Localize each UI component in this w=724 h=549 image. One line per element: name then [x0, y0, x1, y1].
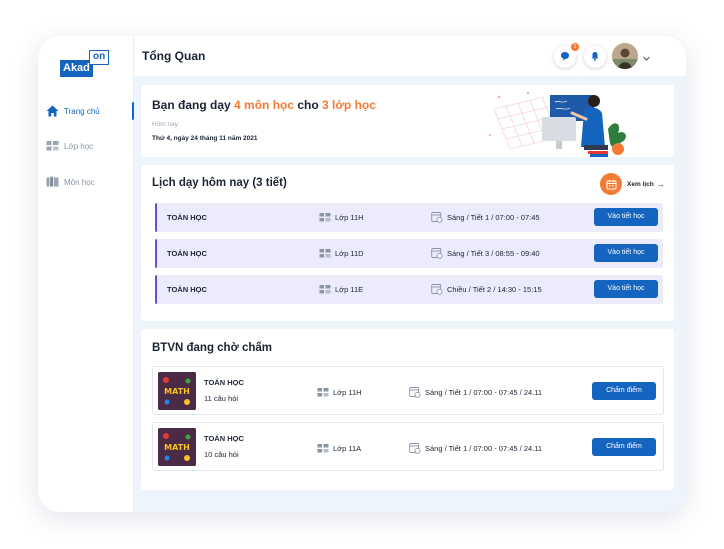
- lesson-subject: TOÁN HỌC: [167, 249, 207, 258]
- sidebar: Akad on Trang chủ Lớp học Môn học: [38, 36, 134, 512]
- classroom-icon: [317, 386, 330, 398]
- book-icon: [46, 176, 60, 188]
- welcome-middle: cho: [294, 98, 323, 112]
- math-thumbnail: MATH: [158, 372, 196, 410]
- sidebar-item-home[interactable]: Trang chủ: [38, 100, 134, 122]
- enter-lesson-button[interactable]: Vào tiết học: [594, 208, 658, 226]
- bell-icon: [590, 48, 600, 66]
- chat-icon: [560, 48, 570, 66]
- lesson-class: Lớp 11H: [319, 211, 364, 223]
- chevron-down-icon[interactable]: [642, 50, 651, 68]
- lesson-time: Sáng / Tiết 1 / 07:00 - 07:45: [431, 211, 540, 223]
- lesson-row: TOÁN HỌC Lớp 11D Sáng / Tiết 3 / 08:55 -…: [155, 239, 663, 268]
- homework-class: Lớp 11H: [317, 386, 362, 398]
- homework-class: Lớp 11A: [317, 442, 361, 454]
- view-schedule-link[interactable]: Xem lịch →: [600, 173, 665, 195]
- homework-title: BTVN đang chờ chấm: [152, 342, 272, 354]
- user-avatar[interactable]: [612, 43, 638, 69]
- today-schedule-card: Lịch dạy hôm nay (3 tiết) Xem lịch → TOÁ…: [141, 165, 674, 321]
- thumbnail-label: MATH: [164, 387, 190, 396]
- subjects-count: 4 môn học: [234, 98, 295, 112]
- enter-lesson-button[interactable]: Vào tiết học: [594, 244, 658, 262]
- lesson-subject: TOÁN HỌC: [167, 213, 207, 222]
- lesson-class: Lớp 11E: [319, 283, 363, 295]
- grade-button[interactable]: Chấm điểm: [592, 438, 656, 456]
- lesson-time-label: Chiều / Tiết 2 / 14:30 - 15:15: [447, 284, 542, 294]
- classroom-icon: [319, 247, 332, 259]
- calendar-clock-icon: [431, 283, 444, 295]
- sidebar-item-label: Môn học: [64, 177, 95, 187]
- message-count-badge: 1: [571, 43, 579, 51]
- classroom-icon: [319, 283, 332, 295]
- today-date: Thứ 4, ngày 24 tháng 11 năm 2021: [152, 135, 258, 142]
- classroom-icon: [46, 140, 60, 152]
- calendar-clock-icon: [409, 386, 422, 398]
- lesson-time-label: Sáng / Tiết 3 / 08:55 - 09:40: [447, 248, 540, 258]
- calendar-clock-icon: [431, 211, 444, 223]
- schedule-title: Lịch dạy hôm nay (3 tiết): [152, 177, 287, 189]
- welcome-card: Bạn đang dạy 4 môn học cho 3 lớp học Hôm…: [141, 85, 674, 157]
- classroom-icon: [319, 211, 332, 223]
- brand-logo[interactable]: Akad on: [60, 50, 110, 78]
- calendar-icon: [600, 173, 622, 195]
- classroom-icon: [317, 442, 330, 454]
- calendar-clock-icon: [409, 442, 422, 454]
- lesson-row: TOÁN HỌC Lớp 11E Chiều / Tiết 2 / 14:30 …: [155, 275, 663, 304]
- lesson-row: TOÁN HỌC Lớp 11H Sáng / Tiết 1 / 07:00 -…: [155, 203, 663, 232]
- lesson-subject: TOÁN HỌC: [167, 285, 207, 294]
- lesson-class-label: Lớp 11E: [335, 284, 364, 294]
- homework-item: MATH TOÁN HỌC 10 câu hỏi Lớp 11A Sáng / …: [152, 422, 664, 471]
- sidebar-item-classes[interactable]: Lớp học: [38, 135, 134, 157]
- lesson-time: Chiều / Tiết 2 / 14:30 - 15:15: [431, 283, 542, 295]
- sidebar-item-label: Lớp học: [64, 141, 94, 151]
- homework-subject: TOÁN HỌC: [204, 434, 244, 443]
- welcome-prefix: Bạn đang dạy: [152, 98, 235, 112]
- lesson-time: Sáng / Tiết 3 / 08:55 - 09:40: [431, 247, 540, 259]
- calendar-clock-icon: [431, 247, 444, 259]
- thumbnail-label: MATH: [164, 443, 190, 452]
- welcome-heading: Bạn đang dạy 4 môn học cho 3 lớp học: [152, 98, 376, 112]
- main-content: Bạn đang dạy 4 môn học cho 3 lớp học Hôm…: [134, 76, 686, 512]
- view-schedule-label: Xem lịch: [627, 180, 654, 188]
- lesson-time-label: Sáng / Tiết 1 / 07:00 - 07:45: [447, 212, 540, 222]
- home-icon: [46, 105, 60, 117]
- app-window: Akad on Trang chủ Lớp học Môn học Tổng Q…: [38, 36, 686, 512]
- logo-text: Akad: [60, 60, 93, 77]
- sidebar-item-subjects[interactable]: Môn học: [38, 171, 134, 193]
- lesson-class-label: Lớp 11D: [335, 248, 364, 258]
- homework-class-label: Lớp 11H: [333, 387, 362, 397]
- logo-box-text: on: [89, 50, 110, 65]
- arrow-right-icon: →: [656, 179, 665, 189]
- messages-button[interactable]: 1: [554, 43, 579, 68]
- grade-button[interactable]: Chấm điểm: [592, 382, 656, 400]
- enter-lesson-button[interactable]: Vào tiết học: [594, 280, 658, 298]
- homework-question-count: 11 câu hỏi: [204, 394, 239, 403]
- homework-time-label: Sáng / Tiết 1 / 07:00 - 07:45 / 24.11: [425, 387, 543, 397]
- lesson-class: Lớp 11D: [319, 247, 364, 259]
- homework-item: MATH TOÁN HỌC 11 câu hỏi Lớp 11H Sáng / …: [152, 366, 664, 415]
- homework-class-label: Lớp 11A: [333, 443, 362, 453]
- homework-pending-card: BTVN đang chờ chấm MATH TOÁN HỌC 11 câu …: [141, 329, 674, 490]
- classes-count: 3 lớp học: [322, 98, 376, 112]
- homework-time: Sáng / Tiết 1 / 07:00 - 07:45 / 24.11: [409, 386, 542, 398]
- homework-time: Sáng / Tiết 1 / 07:00 - 07:45 / 24.11: [409, 442, 542, 454]
- math-thumbnail: MATH: [158, 428, 196, 466]
- lesson-class-label: Lớp 11H: [335, 212, 364, 222]
- notifications-button[interactable]: [584, 46, 606, 68]
- teacher-illustration: [484, 89, 634, 157]
- homework-subject: TOÁN HỌC: [204, 378, 244, 387]
- page-title: Tổng Quan: [142, 49, 206, 63]
- top-header: Tổng Quan 1: [134, 36, 686, 76]
- homework-time-label: Sáng / Tiết 1 / 07:00 - 07:45 / 24.11: [425, 443, 543, 453]
- homework-question-count: 10 câu hỏi: [204, 450, 239, 459]
- today-label: Hôm nay:: [152, 121, 180, 128]
- sidebar-item-label: Trang chủ: [64, 106, 100, 116]
